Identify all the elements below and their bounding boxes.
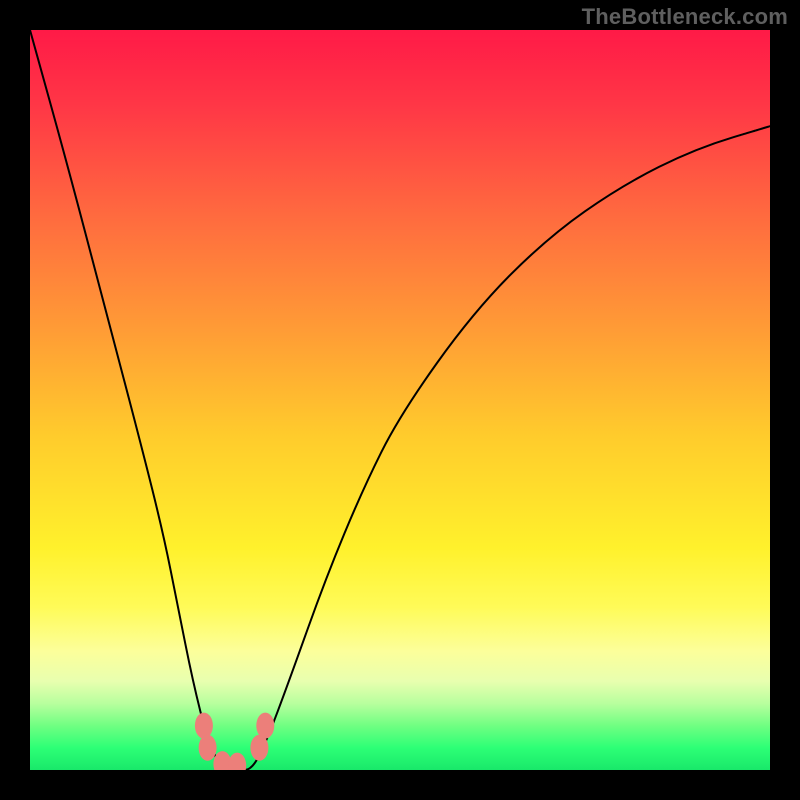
curve-marker bbox=[250, 735, 268, 761]
bottleneck-curve-layer bbox=[30, 30, 770, 770]
plot-area bbox=[30, 30, 770, 770]
watermark-text: TheBottleneck.com bbox=[582, 4, 788, 30]
curve-marker bbox=[195, 713, 213, 739]
chart-frame: TheBottleneck.com bbox=[0, 0, 800, 800]
curve-marker bbox=[199, 735, 217, 761]
curve-marker bbox=[256, 713, 274, 739]
bottleneck-curve bbox=[30, 30, 770, 770]
marker-group bbox=[195, 713, 274, 770]
curve-marker bbox=[228, 753, 246, 770]
